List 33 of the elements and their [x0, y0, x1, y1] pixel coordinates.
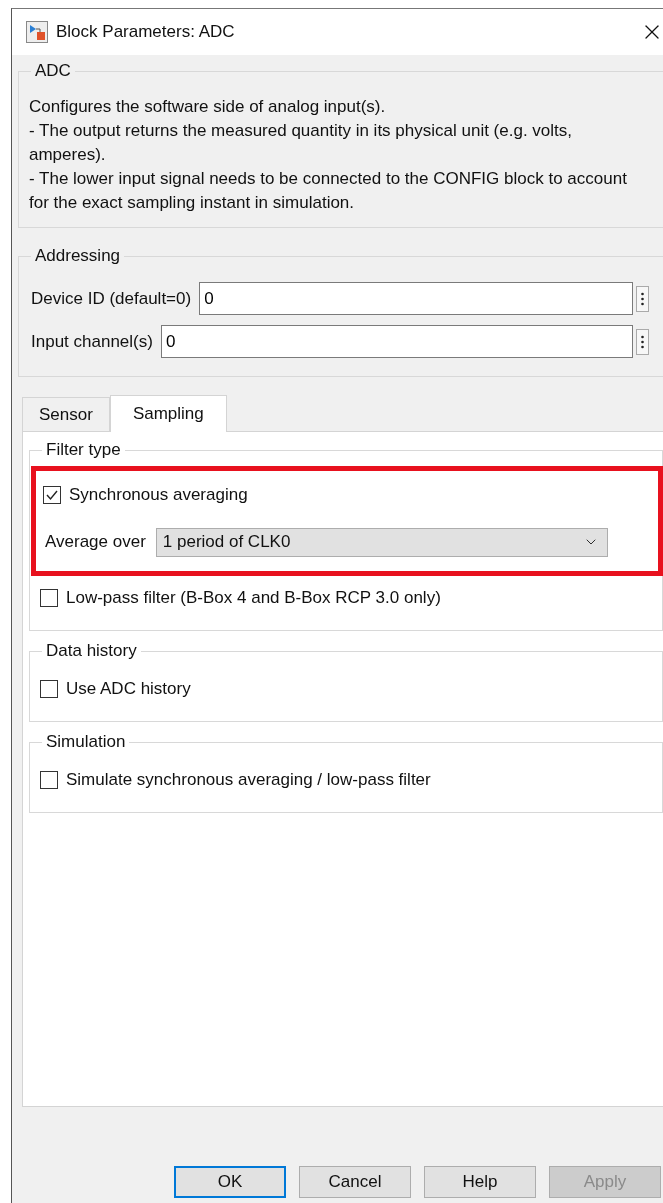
more-button[interactable] — [636, 285, 649, 312]
group-title: Simulation — [45, 732, 127, 752]
dropdown-label: Average over — [45, 532, 146, 552]
checkbox[interactable] — [40, 680, 58, 698]
checkbox-label[interactable]: Low-pass filter (B-Box 4 and B-Box RCP 3.0 only) — [66, 588, 441, 608]
more-icon — [641, 291, 644, 306]
dropdown[interactable]: 1 period of CLK0 — [155, 527, 608, 557]
checkbox-label[interactable]: Synchronous averaging — [69, 485, 248, 505]
description-text: - The output returns the measured quantity in its physical unit (e.g. volts, amperes). — [29, 120, 574, 166]
group-title: Addressing — [34, 246, 122, 266]
window-title: Block Parameters: ADC — [56, 22, 236, 42]
more-button[interactable] — [636, 328, 649, 355]
dialog-button[interactable]: Cancel — [299, 1166, 411, 1198]
checkbox[interactable] — [40, 771, 58, 789]
checkbox-label[interactable]: Use ADC history — [66, 679, 191, 699]
field-label: Input channel(s) — [31, 331, 153, 352]
description-text: - The lower input signal needs to be connected to the CONFIG block to account for the exact sampling instant in simulation. — [29, 168, 628, 214]
description-text: Configures the software side of analog input(s). — [29, 96, 387, 118]
group-title: Data history — [45, 641, 138, 661]
more-icon — [641, 334, 644, 349]
block-icon — [26, 21, 48, 43]
dialog-button[interactable]: Help — [424, 1166, 536, 1198]
group-title: ADC — [34, 61, 72, 81]
checkbox[interactable] — [43, 486, 61, 504]
tab[interactable]: Sensor — [22, 397, 110, 431]
input-field[interactable]: 0 — [199, 282, 633, 315]
checkbox[interactable] — [40, 589, 58, 607]
group-title: Filter type — [45, 440, 122, 460]
field-label: Device ID (default=0) — [31, 288, 192, 309]
input-field[interactable]: 0 — [160, 325, 633, 358]
tab[interactable]: Sampling — [109, 395, 227, 432]
dialog-button[interactable]: OK — [174, 1166, 286, 1198]
checkbox-label[interactable]: Simulate synchronous averaging / low-pass filter — [66, 770, 431, 790]
